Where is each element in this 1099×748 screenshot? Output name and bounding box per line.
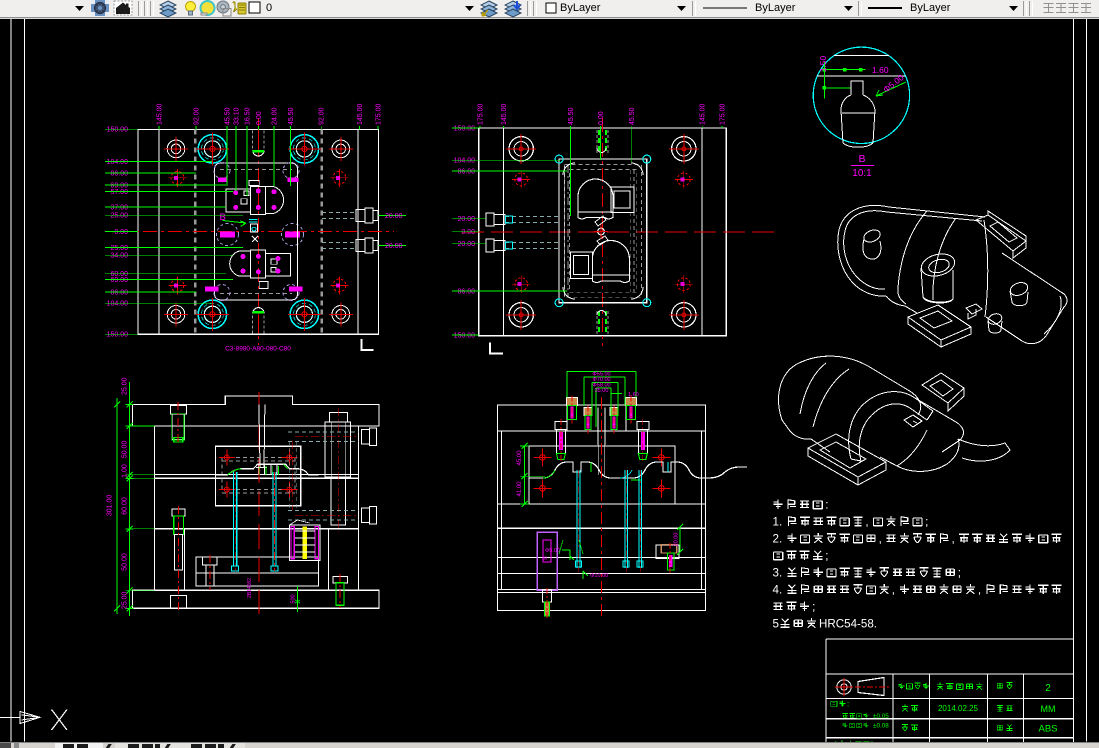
svg-text::: :: [847, 699, 849, 708]
svg-text:104.00: 104.00: [454, 158, 476, 165]
svg-text:104.00: 104.00: [107, 159, 129, 166]
svg-text:ABS: ABS: [1038, 724, 1057, 735]
svg-text:50.00: 50.00: [122, 441, 129, 459]
svg-text:50.00: 50.00: [122, 553, 129, 571]
svg-text:37.00: 37.00: [110, 204, 128, 211]
svg-text:45.00: 45.00: [517, 450, 523, 466]
svg-text:301.00: 301.00: [106, 495, 113, 517]
svg-text:145.00: 145.00: [501, 103, 508, 125]
svg-text:92.00: 92.00: [193, 107, 200, 125]
svg-text:HRC54-58.: HRC54-58.: [819, 617, 877, 630]
svg-text:57.00: 57.00: [110, 189, 128, 196]
svg-text:;: ;: [958, 566, 961, 579]
svg-text:175.00: 175.00: [375, 103, 382, 125]
svg-text:86.00: 86.00: [110, 170, 128, 177]
svg-text:86.00: 86.00: [457, 169, 475, 176]
svg-text:45.50: 45.50: [224, 107, 231, 125]
svg-text::: :: [825, 498, 828, 511]
svg-text:150.00: 150.00: [454, 125, 476, 132]
svg-text:104.00: 104.00: [107, 301, 129, 308]
svg-text:20.00: 20.00: [457, 216, 475, 223]
svg-text:0.00: 0.00: [598, 111, 605, 125]
svg-text:,: ,: [978, 583, 981, 596]
svg-text:2B14082: 2B14082: [247, 578, 253, 598]
svg-text:41.00: 41.00: [517, 481, 523, 497]
svg-text:0.00: 0.00: [256, 111, 263, 125]
svg-text:0.00: 0.00: [114, 229, 128, 236]
svg-text:20.00: 20.00: [457, 241, 475, 248]
svg-text:1.00: 1.00: [122, 464, 129, 478]
svg-text:25.00: 25.00: [110, 213, 128, 220]
svg-text:60.00: 60.00: [122, 497, 129, 515]
svg-text:25.00: 25.00: [110, 245, 128, 252]
svg-text:5: 5: [773, 617, 779, 630]
svg-text:20.00: 20.00: [385, 213, 403, 220]
svg-text:1.50: 1.50: [818, 55, 828, 72]
svg-text:2014.02.25: 2014.02.25: [938, 704, 979, 713]
svg-text:,: ,: [879, 532, 882, 545]
svg-text:500: 500: [291, 594, 297, 603]
svg-text:145.00: 145.00: [700, 103, 707, 125]
svg-text:175.00: 175.00: [720, 103, 727, 125]
svg-text:92.00: 92.00: [319, 107, 326, 125]
svg-text:±0.05: ±0.05: [873, 713, 889, 720]
svg-text:145.00: 145.00: [156, 103, 163, 125]
svg-text:2.: 2.: [773, 532, 783, 545]
svg-text:33.10: 33.10: [234, 107, 241, 125]
svg-text:16.50: 16.50: [245, 107, 252, 125]
svg-text:B: B: [220, 212, 226, 223]
svg-text:34.00: 34.00: [110, 253, 128, 260]
svg-text:Φ10.00: Φ10.00: [590, 573, 608, 579]
svg-text:2: 2: [1045, 683, 1051, 694]
svg-text:35.00: 35.00: [595, 388, 609, 394]
svg-text:1.: 1.: [773, 515, 783, 528]
svg-text:25.00: 25.00: [122, 377, 129, 395]
svg-text:145.00: 145.00: [357, 103, 364, 125]
svg-text:B: B: [858, 153, 865, 165]
svg-text:20.00: 20.00: [385, 243, 403, 250]
svg-text:24.00: 24.00: [271, 107, 278, 125]
svg-text:0.00: 0.00: [461, 229, 475, 236]
svg-text:86.00: 86.00: [457, 289, 475, 296]
svg-text:MM: MM: [1041, 704, 1056, 714]
svg-text:,: ,: [865, 515, 868, 528]
svg-text:175.00: 175.00: [477, 103, 484, 125]
svg-text:45.50: 45.50: [568, 107, 575, 125]
svg-text:;: ;: [812, 600, 815, 613]
svg-text:1.60: 1.60: [628, 392, 639, 398]
svg-text:45.50: 45.50: [629, 107, 636, 125]
svg-text:,: ,: [892, 583, 895, 596]
svg-text:20.00: 20.00: [674, 533, 680, 547]
svg-text:;: ;: [925, 515, 928, 528]
svg-text:86.00: 86.00: [110, 289, 128, 296]
svg-text:,: ,: [952, 532, 955, 545]
svg-text:45.50: 45.50: [288, 107, 295, 125]
svg-text:;: ;: [825, 549, 828, 562]
svg-text:69.00: 69.00: [110, 277, 128, 284]
svg-text:1.60: 1.60: [872, 65, 889, 75]
svg-text:10:1: 10:1: [852, 168, 872, 179]
svg-text:4.: 4.: [773, 583, 783, 596]
svg-text:150.00: 150.00: [107, 127, 129, 134]
svg-text:25.00: 25.00: [122, 591, 129, 609]
svg-text:C3-8980-A80-080-C80: C3-8980-A80-080-C80: [225, 346, 291, 353]
svg-text:3.: 3.: [773, 566, 783, 579]
svg-text:150.00: 150.00: [454, 332, 476, 339]
svg-text:150.00: 150.00: [107, 332, 129, 339]
svg-text:±0.08: ±0.08: [873, 722, 889, 729]
